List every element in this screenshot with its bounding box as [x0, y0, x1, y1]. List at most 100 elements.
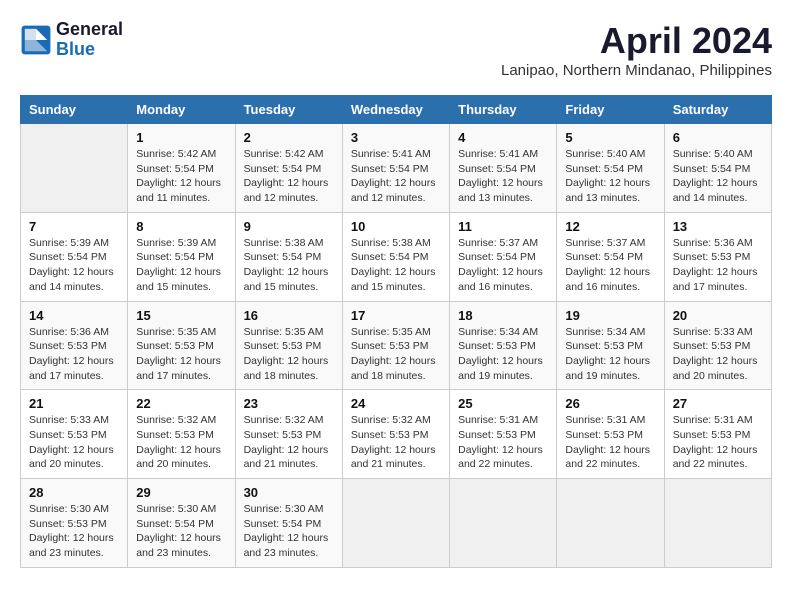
calendar-cell: 11 Sunrise: 5:37 AM Sunset: 5:54 PM Dayli…	[450, 212, 557, 301]
day-number: 24	[351, 396, 441, 411]
day-number: 22	[136, 396, 226, 411]
day-number: 13	[673, 219, 763, 234]
calendar-cell: 17 Sunrise: 5:35 AM Sunset: 5:53 PM Dayli…	[342, 301, 449, 390]
day-info: Sunrise: 5:40 AM Sunset: 5:54 PM Dayligh…	[673, 147, 763, 206]
logo-line2: Blue	[56, 40, 123, 60]
day-info: Sunrise: 5:37 AM Sunset: 5:54 PM Dayligh…	[458, 236, 548, 295]
weekday-header-row: SundayMondayTuesdayWednesdayThursdayFrid…	[21, 96, 772, 124]
day-info: Sunrise: 5:31 AM Sunset: 5:53 PM Dayligh…	[673, 413, 763, 472]
day-number: 25	[458, 396, 548, 411]
calendar-body: 1 Sunrise: 5:42 AM Sunset: 5:54 PM Daylig…	[21, 124, 772, 568]
logo: General Blue	[20, 20, 123, 60]
page-header: General Blue April 2024 Lanipao, Norther…	[20, 20, 772, 79]
day-number: 3	[351, 130, 441, 145]
day-number: 4	[458, 130, 548, 145]
day-info: Sunrise: 5:31 AM Sunset: 5:53 PM Dayligh…	[565, 413, 655, 472]
day-info: Sunrise: 5:36 AM Sunset: 5:53 PM Dayligh…	[673, 236, 763, 295]
calendar-cell: 16Sunrise: 5:35 AM Sunset: 5:53 PM Dayli…	[235, 301, 342, 390]
day-info: Sunrise: 5:38 AM Sunset: 5:54 PM Dayligh…	[244, 236, 334, 295]
day-info: Sunrise: 5:42 AM Sunset: 5:54 PM Dayligh…	[244, 147, 334, 206]
calendar-cell	[342, 479, 449, 568]
day-info: Sunrise: 5:38 AM Sunset: 5:54 PM Dayligh…	[351, 236, 441, 295]
calendar-cell: 24Sunrise: 5:32 AM Sunset: 5:53 PM Dayli…	[342, 390, 449, 479]
calendar-cell: 9Sunrise: 5:38 AM Sunset: 5:54 PM Daylig…	[235, 212, 342, 301]
day-number: 21	[29, 396, 119, 411]
calendar-cell: 8 Sunrise: 5:39 AM Sunset: 5:54 PM Daylig…	[128, 212, 235, 301]
location: Lanipao, Northern Mindanao, Philippines	[501, 62, 772, 79]
day-number: 17	[351, 308, 441, 323]
weekday-header-friday: Friday	[557, 96, 664, 124]
day-info: Sunrise: 5:30 AM Sunset: 5:53 PM Dayligh…	[29, 502, 119, 561]
weekday-header-monday: Monday	[128, 96, 235, 124]
calendar-cell: 12Sunrise: 5:37 AM Sunset: 5:54 PM Dayli…	[557, 212, 664, 301]
logo-line1: General	[56, 20, 123, 40]
day-info: Sunrise: 5:33 AM Sunset: 5:53 PM Dayligh…	[29, 413, 119, 472]
calendar-cell: 30 Sunrise: 5:30 AM Sunset: 5:54 PM Dayli…	[235, 479, 342, 568]
day-info: Sunrise: 5:34 AM Sunset: 5:53 PM Dayligh…	[458, 325, 548, 384]
day-info: Sunrise: 5:39 AM Sunset: 5:54 PM Dayligh…	[29, 236, 119, 295]
day-info: Sunrise: 5:30 AM Sunset: 5:54 PM Dayligh…	[244, 502, 334, 561]
logo-icon	[20, 24, 52, 56]
calendar-cell: 21 Sunrise: 5:33 AM Sunset: 5:53 PM Dayli…	[21, 390, 128, 479]
day-info: Sunrise: 5:35 AM Sunset: 5:53 PM Dayligh…	[351, 325, 441, 384]
day-number: 19	[565, 308, 655, 323]
day-info: Sunrise: 5:40 AM Sunset: 5:54 PM Dayligh…	[565, 147, 655, 206]
calendar-table: SundayMondayTuesdayWednesdayThursdayFrid…	[20, 95, 772, 568]
day-info: Sunrise: 5:32 AM Sunset: 5:53 PM Dayligh…	[244, 413, 334, 472]
week-row-5: 28Sunrise: 5:30 AM Sunset: 5:53 PM Dayli…	[21, 479, 772, 568]
day-info: Sunrise: 5:36 AM Sunset: 5:53 PM Dayligh…	[29, 325, 119, 384]
day-number: 7	[29, 219, 119, 234]
day-info: Sunrise: 5:42 AM Sunset: 5:54 PM Dayligh…	[136, 147, 226, 206]
day-number: 8	[136, 219, 226, 234]
day-number: 6	[673, 130, 763, 145]
week-row-4: 21 Sunrise: 5:33 AM Sunset: 5:53 PM Dayli…	[21, 390, 772, 479]
day-info: Sunrise: 5:30 AM Sunset: 5:54 PM Dayligh…	[136, 502, 226, 561]
day-number: 11	[458, 219, 548, 234]
day-number: 15	[136, 308, 226, 323]
weekday-header-wednesday: Wednesday	[342, 96, 449, 124]
week-row-3: 14 Sunrise: 5:36 AM Sunset: 5:53 PM Dayli…	[21, 301, 772, 390]
calendar-cell: 15 Sunrise: 5:35 AM Sunset: 5:53 PM Dayli…	[128, 301, 235, 390]
calendar-cell: 7 Sunrise: 5:39 AM Sunset: 5:54 PM Daylig…	[21, 212, 128, 301]
calendar-cell	[450, 479, 557, 568]
calendar-cell: 10 Sunrise: 5:38 AM Sunset: 5:54 PM Dayli…	[342, 212, 449, 301]
calendar-cell: 23Sunrise: 5:32 AM Sunset: 5:53 PM Dayli…	[235, 390, 342, 479]
day-info: Sunrise: 5:35 AM Sunset: 5:53 PM Dayligh…	[244, 325, 334, 384]
calendar-cell: 28Sunrise: 5:30 AM Sunset: 5:53 PM Dayli…	[21, 479, 128, 568]
calendar-cell	[557, 479, 664, 568]
week-row-2: 7 Sunrise: 5:39 AM Sunset: 5:54 PM Daylig…	[21, 212, 772, 301]
day-number: 18	[458, 308, 548, 323]
calendar-cell: 19 Sunrise: 5:34 AM Sunset: 5:53 PM Dayli…	[557, 301, 664, 390]
calendar-cell	[664, 479, 771, 568]
calendar-cell: 27Sunrise: 5:31 AM Sunset: 5:53 PM Dayli…	[664, 390, 771, 479]
day-number: 5	[565, 130, 655, 145]
logo-text: General Blue	[56, 20, 123, 60]
calendar-cell: 29Sunrise: 5:30 AM Sunset: 5:54 PM Dayli…	[128, 479, 235, 568]
day-info: Sunrise: 5:33 AM Sunset: 5:53 PM Dayligh…	[673, 325, 763, 384]
calendar-cell	[21, 124, 128, 213]
calendar-cell: 26 Sunrise: 5:31 AM Sunset: 5:53 PM Dayli…	[557, 390, 664, 479]
day-info: Sunrise: 5:39 AM Sunset: 5:54 PM Dayligh…	[136, 236, 226, 295]
weekday-header-sunday: Sunday	[21, 96, 128, 124]
calendar-cell: 3 Sunrise: 5:41 AM Sunset: 5:54 PM Daylig…	[342, 124, 449, 213]
calendar-cell: 25Sunrise: 5:31 AM Sunset: 5:53 PM Dayli…	[450, 390, 557, 479]
day-number: 1	[136, 130, 226, 145]
day-info: Sunrise: 5:34 AM Sunset: 5:53 PM Dayligh…	[565, 325, 655, 384]
day-info: Sunrise: 5:32 AM Sunset: 5:53 PM Dayligh…	[136, 413, 226, 472]
day-number: 12	[565, 219, 655, 234]
day-info: Sunrise: 5:41 AM Sunset: 5:54 PM Dayligh…	[351, 147, 441, 206]
calendar-cell: 6 Sunrise: 5:40 AM Sunset: 5:54 PM Daylig…	[664, 124, 771, 213]
weekday-header-tuesday: Tuesday	[235, 96, 342, 124]
calendar-cell: 5 Sunrise: 5:40 AM Sunset: 5:54 PM Daylig…	[557, 124, 664, 213]
calendar-cell: 18 Sunrise: 5:34 AM Sunset: 5:53 PM Dayli…	[450, 301, 557, 390]
day-number: 26	[565, 396, 655, 411]
week-row-1: 1 Sunrise: 5:42 AM Sunset: 5:54 PM Daylig…	[21, 124, 772, 213]
day-number: 14	[29, 308, 119, 323]
calendar-cell: 2Sunrise: 5:42 AM Sunset: 5:54 PM Daylig…	[235, 124, 342, 213]
calendar-cell: 4Sunrise: 5:41 AM Sunset: 5:54 PM Daylig…	[450, 124, 557, 213]
day-info: Sunrise: 5:35 AM Sunset: 5:53 PM Dayligh…	[136, 325, 226, 384]
day-number: 30	[244, 485, 334, 500]
weekday-header-thursday: Thursday	[450, 96, 557, 124]
calendar-cell: 20Sunrise: 5:33 AM Sunset: 5:53 PM Dayli…	[664, 301, 771, 390]
day-number: 10	[351, 219, 441, 234]
